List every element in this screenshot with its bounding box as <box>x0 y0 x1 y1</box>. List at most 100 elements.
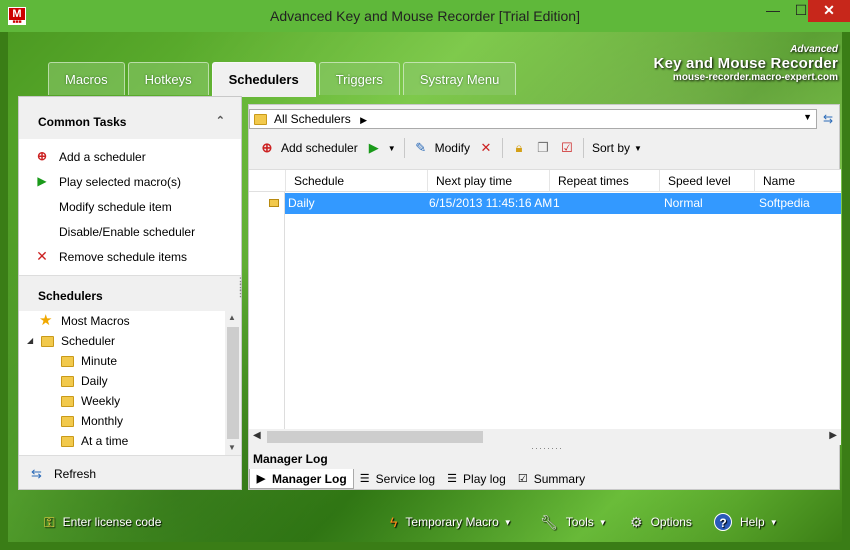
minimize-button[interactable]: — <box>758 0 788 22</box>
folder-icon <box>61 356 74 367</box>
close-button[interactable]: ✕ <box>808 0 850 22</box>
task-add-scheduler[interactable]: ⊕ Add a scheduler <box>19 147 241 172</box>
add-scheduler-button[interactable]: ⊕ Add scheduler <box>255 136 362 160</box>
help-button[interactable]: ? Help ▼ <box>714 512 778 532</box>
scheduler-table: Schedule Next play time Repeat times Spe… <box>249 169 841 430</box>
manager-log-icon: ▶ <box>256 472 266 485</box>
enter-license-button[interactable]: ⚿ Enter license code <box>44 512 161 532</box>
column-header-speed-level[interactable]: Speed level <box>659 170 754 192</box>
tree-item-weekly[interactable]: Weekly <box>19 391 241 411</box>
refresh-icon: ⇆ <box>31 466 42 481</box>
modify-button[interactable]: ✎ Modify <box>409 136 474 160</box>
tab-systray-menu[interactable]: Systray Menu <box>402 62 517 95</box>
clipboard-button[interactable]: ☑ <box>555 136 579 160</box>
row-gutter <box>284 192 285 430</box>
column-header-name[interactable]: Name <box>754 170 841 192</box>
tree-item-monthly[interactable]: Monthly <box>19 411 241 431</box>
splitter-grip-icon[interactable]: ⋮ ⋮ ⋮ <box>236 277 245 298</box>
tab-macros[interactable]: Macros <box>48 62 125 95</box>
add-icon: ⊕ <box>36 149 48 163</box>
tree-item-at-a-time[interactable]: At a time <box>19 431 241 451</box>
column-header-next-play-time[interactable]: Next play time <box>427 170 549 192</box>
address-text: All Schedulers <box>274 112 351 126</box>
tab-hotkeys[interactable]: Hotkeys <box>127 62 209 95</box>
scroll-down-icon[interactable]: ▼ <box>228 443 236 452</box>
tree-item-daily[interactable]: Daily <box>19 371 241 391</box>
tree-item-label: Weekly <box>81 394 121 408</box>
log-tab-label: Play log <box>463 472 506 486</box>
sort-by-button[interactable]: Sort by ▼ <box>588 136 646 160</box>
main-tabs: Macros Hotkeys Schedulers Triggers Systr… <box>48 62 517 97</box>
help-icon: ? <box>714 513 732 531</box>
window-title: Advanced Key and Mouse Recorder [Trial E… <box>270 8 580 24</box>
cell-name: Softpedia <box>759 196 810 210</box>
navigate-icon[interactable]: ⇆ <box>819 109 837 129</box>
task-disable-enable[interactable]: Disable/Enable scheduler <box>19 222 241 247</box>
delete-button[interactable]: ✕ <box>474 136 498 160</box>
copy-button[interactable]: ❐ <box>531 136 555 160</box>
scrollbar-thumb[interactable] <box>227 327 239 439</box>
scroll-up-icon[interactable]: ▲ <box>228 313 236 322</box>
table-header: Schedule Next play time Repeat times Spe… <box>249 170 841 192</box>
collapse-icon[interactable]: ⌃ <box>216 114 225 127</box>
tree-scrollbar[interactable]: ▲ ▼ <box>225 311 241 455</box>
refresh-label: Refresh <box>54 467 97 481</box>
folder-icon <box>61 396 74 407</box>
tree-item-most-macros[interactable]: ★ Most Macros <box>19 311 241 331</box>
breadcrumb-arrow-icon[interactable]: ▶ <box>360 115 367 125</box>
log-tab-play[interactable]: ☰ Play log <box>441 469 512 489</box>
common-tasks-header[interactable]: Common Tasks ⌃ <box>19 97 241 139</box>
toolbar: ⊕ Add scheduler ▶ ▼ ✎ Modify ✕ 🔒︎ ❐ ☑ So… <box>249 133 841 163</box>
log-tabs: ▶ Manager Log ☰ Service log ☰ Play log ☑… <box>249 469 841 491</box>
copy-icon: ❐ <box>537 140 549 155</box>
left-panel: Common Tasks ⌃ ⊕ Add a scheduler ▶ Play … <box>18 96 245 490</box>
options-button[interactable]: ⚙ Options <box>630 512 692 532</box>
task-label: Play selected macro(s) <box>59 175 182 189</box>
expand-icon[interactable]: ◢ <box>27 331 33 351</box>
scroll-left-icon[interactable]: ◀ <box>253 430 261 441</box>
dropdown-arrow-icon: ▼ <box>769 517 778 527</box>
cell-next-play-time: 6/15/2013 11:45:16 AM <box>429 196 553 210</box>
delete-icon: ✕ <box>480 140 492 155</box>
scrollbar-thumb[interactable] <box>267 431 483 443</box>
log-tab-summary[interactable]: ☑ Summary <box>512 469 591 489</box>
schedule-item-icon <box>269 199 279 207</box>
dropdown-arrow-icon[interactable]: ▼ <box>388 144 396 153</box>
column-header-repeat-times[interactable]: Repeat times <box>549 170 659 192</box>
play-button[interactable]: ▶ ▼ <box>362 136 400 160</box>
log-tab-manager[interactable]: ▶ Manager Log <box>249 469 354 489</box>
schedulers-header: Schedulers ⋮ ⋮ ⋮ <box>19 275 245 311</box>
task-label: Remove schedule items <box>59 250 188 264</box>
add-icon: ⊕ <box>261 140 273 155</box>
folder-icon <box>61 376 74 387</box>
tab-triggers[interactable]: Triggers <box>318 62 400 95</box>
log-panel-title: Manager Log <box>253 452 328 466</box>
scroll-right-icon[interactable]: ▶ <box>829 430 837 441</box>
address-dropdown-icon[interactable]: ▼ <box>803 112 812 122</box>
temporary-macro-button[interactable]: ϟ Temporary Macro ▼ <box>390 512 512 532</box>
task-modify-schedule[interactable]: Modify schedule item <box>19 197 241 222</box>
table-row[interactable]: Daily 6/15/2013 11:45:16 AM 1 Normal Sof… <box>285 193 841 214</box>
task-label: Add a scheduler <box>59 150 146 164</box>
tools-label: Tools <box>565 515 594 529</box>
tree-item-minute[interactable]: Minute <box>19 351 241 371</box>
column-header-schedule[interactable]: Schedule <box>285 170 427 192</box>
task-remove-schedule[interactable]: ✕ Remove schedule items <box>19 247 241 272</box>
tree-item-label: Most Macros <box>61 314 130 328</box>
tab-schedulers[interactable]: Schedulers <box>211 62 316 97</box>
folder-icon <box>61 436 74 447</box>
tree-item-label: Daily <box>81 374 108 388</box>
tree-item-scheduler[interactable]: ◢ Scheduler <box>19 331 241 351</box>
log-tab-service[interactable]: ☰ Service log <box>354 469 441 489</box>
clipboard-check-icon: ☑ <box>561 140 573 155</box>
panel-splitter[interactable]: ········ <box>531 443 563 453</box>
log-tab-label: Service log <box>375 472 436 486</box>
refresh-button[interactable]: ⇆ Refresh <box>19 455 241 489</box>
lock-button[interactable]: 🔒︎ <box>507 136 531 160</box>
tools-button[interactable]: 🔧︎ Tools ▼ <box>540 512 607 532</box>
add-scheduler-label: Add scheduler <box>281 141 358 155</box>
address-bar[interactable]: All Schedulers ▶ ▼ <box>249 109 817 129</box>
task-play-selected[interactable]: ▶ Play selected macro(s) <box>19 172 241 197</box>
star-icon: ★ <box>39 312 53 329</box>
bottom-bar: ⚿ Enter license code ϟ Temporary Macro ▼… <box>18 502 838 538</box>
